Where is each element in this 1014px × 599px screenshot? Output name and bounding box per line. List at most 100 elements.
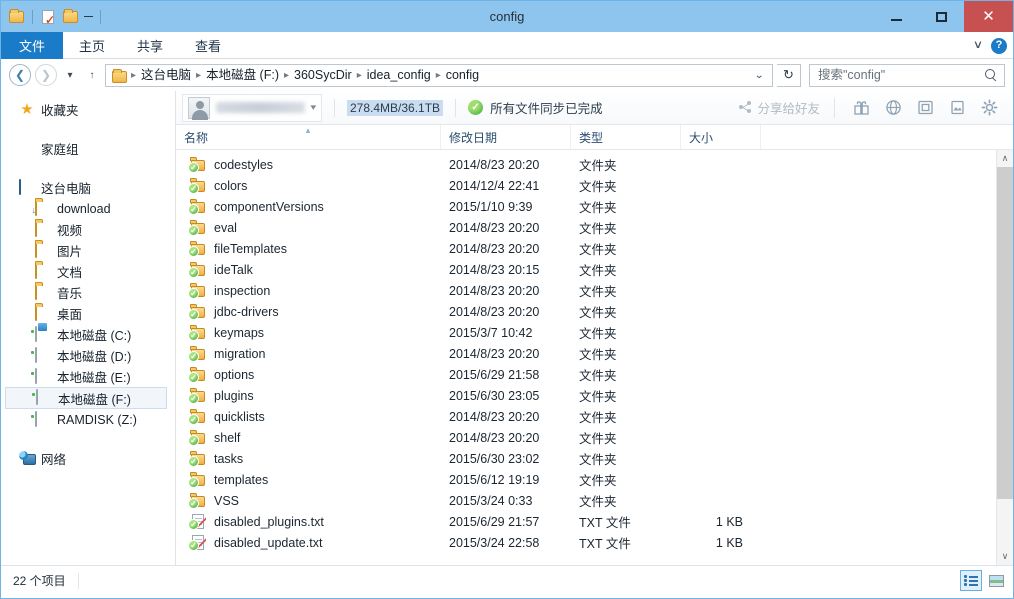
table-row[interactable]: ✓eval2014/8/23 20:20文件夹: [176, 217, 996, 238]
table-row[interactable]: ✓shelf2014/8/23 20:20文件夹: [176, 427, 996, 448]
details-view-icon: [964, 575, 978, 586]
breadcrumb-item-2[interactable]: 360SycDir: [290, 65, 356, 86]
vertical-scrollbar[interactable]: ∧ ∨: [996, 150, 1013, 565]
chevron-down-icon[interactable]: ∨: [973, 40, 983, 51]
sidebar-item-drive-d[interactable]: 本地磁盘 (D:): [1, 345, 175, 366]
check-circle-icon: ✓: [468, 100, 483, 115]
back-button[interactable]: ❮: [9, 64, 31, 86]
sidebar-item-label: 桌面: [57, 304, 82, 323]
file-list[interactable]: ✓codestyles2014/8/23 20:20文件夹✓colors2014…: [176, 150, 996, 565]
sidebar-item-this-pc[interactable]: 这台电脑: [1, 177, 175, 198]
table-row[interactable]: ✓migration2014/8/23 20:20文件夹: [176, 343, 996, 364]
sidebar-item-download[interactable]: ↓ download: [1, 198, 175, 219]
minimize-button[interactable]: [874, 1, 919, 32]
breadcrumb-item-1[interactable]: 本地磁盘 (F:): [202, 65, 283, 86]
search-box[interactable]: [809, 64, 1005, 87]
sidebar-item-documents[interactable]: 文档: [1, 261, 175, 282]
table-row[interactable]: ✓inspection2014/8/23 20:20文件夹: [176, 280, 996, 301]
table-row[interactable]: ✓disabled_plugins.txt2015/6/29 21:57TXT …: [176, 511, 996, 532]
share-icon: [739, 101, 752, 114]
sidebar-item-drive-f[interactable]: 本地磁盘 (F:): [5, 387, 167, 409]
search-icon[interactable]: [985, 69, 998, 82]
folder-icon: ✓: [190, 283, 207, 298]
scrollbar-track[interactable]: [997, 167, 1014, 548]
sidebar-item-homegroup[interactable]: 家庭组: [1, 138, 175, 159]
sidebar-item-music[interactable]: 音乐: [1, 282, 175, 303]
file-name-cell: ✓options: [176, 367, 441, 382]
breadcrumb-item-4[interactable]: config: [442, 65, 483, 86]
sort-ascending-icon: ▴: [306, 126, 311, 135]
column-header-size[interactable]: 大小: [681, 125, 761, 149]
file-type-cell: TXT 文件: [571, 512, 681, 531]
screenshot-icon[interactable]: [914, 97, 936, 119]
table-row[interactable]: ✓options2015/6/29 21:58文件夹: [176, 364, 996, 385]
customize-caret-icon[interactable]: [84, 16, 93, 17]
image-sync-icon[interactable]: [946, 97, 968, 119]
table-row[interactable]: ✓VSS2015/3/24 0:33文件夹: [176, 490, 996, 511]
sidebar-item-favorites[interactable]: ★ 收藏夹: [1, 99, 175, 120]
column-header-type[interactable]: 类型: [571, 125, 681, 149]
table-row[interactable]: ✓ideTalk2014/8/23 20:15文件夹: [176, 259, 996, 280]
file-type-cell: TXT 文件: [571, 533, 681, 552]
table-row[interactable]: ✓fileTemplates2014/8/23 20:20文件夹: [176, 238, 996, 259]
new-folder-icon[interactable]: [40, 8, 57, 25]
sidebar-item-label: 视频: [57, 220, 82, 239]
refresh-button[interactable]: ↻: [777, 64, 801, 87]
globe-icon[interactable]: [882, 97, 904, 119]
breadcrumb[interactable]: ▸ 这台电脑 ▸ 本地磁盘 (F:) ▸ 360SycDir ▸ idea_co…: [105, 64, 773, 87]
table-row[interactable]: ✓componentVersions2015/1/10 9:39文件夹: [176, 196, 996, 217]
column-header-empty[interactable]: [761, 125, 1013, 149]
sidebar-item-label: 本地磁盘 (C:): [57, 325, 131, 344]
sidebar-item-desktop[interactable]: 桌面: [1, 303, 175, 324]
table-row[interactable]: ✓codestyles2014/8/23 20:20文件夹: [176, 154, 996, 175]
sidebar-item-videos[interactable]: 视频: [1, 219, 175, 240]
help-icon[interactable]: ?: [991, 38, 1007, 54]
tab-share[interactable]: 共享: [121, 32, 179, 59]
scroll-up-button[interactable]: ∧: [997, 150, 1014, 167]
scroll-down-button[interactable]: ∨: [997, 548, 1014, 565]
scrollbar-thumb[interactable]: [997, 167, 1014, 499]
table-row[interactable]: ✓jdbc-drivers2014/8/23 20:20文件夹: [176, 301, 996, 322]
search-input[interactable]: [818, 68, 985, 82]
sidebar-item-pictures[interactable]: 图片: [1, 240, 175, 261]
sidebar-item-drive-c[interactable]: 本地磁盘 (C:): [1, 324, 175, 345]
sidebar-item-label: 音乐: [57, 283, 82, 302]
breadcrumb-item-0[interactable]: 这台电脑: [137, 65, 195, 86]
file-name-cell: ✓disabled_update.txt: [176, 535, 441, 550]
table-row[interactable]: ✓disabled_update.txt2015/3/24 22:58TXT 文…: [176, 532, 996, 553]
up-button[interactable]: ↑: [83, 64, 101, 86]
table-row[interactable]: ✓keymaps2015/3/7 10:42文件夹: [176, 322, 996, 343]
tab-file[interactable]: 文件: [1, 32, 63, 59]
sidebar-item-network[interactable]: 网络: [1, 448, 175, 469]
forward-button[interactable]: ❯: [35, 64, 57, 86]
recent-locations-icon[interactable]: ▾: [61, 64, 79, 86]
sidebar-item-drive-e[interactable]: 本地磁盘 (E:): [1, 366, 175, 387]
details-view-button[interactable]: [960, 570, 982, 591]
network-icon: [19, 451, 35, 467]
folder-icon[interactable]: [62, 8, 79, 25]
sidebar-item-ramdisk-z[interactable]: RAMDISK (Z:): [1, 409, 175, 430]
gear-icon[interactable]: [978, 97, 1000, 119]
table-row[interactable]: ✓plugins2015/6/30 23:05文件夹: [176, 385, 996, 406]
tab-home[interactable]: 主页: [63, 32, 121, 59]
close-button[interactable]: ✕: [964, 1, 1013, 32]
column-header-name[interactable]: ▴ 名称: [176, 125, 441, 149]
tab-view[interactable]: 查看: [179, 32, 237, 59]
account-selector[interactable]: ▾: [182, 94, 322, 122]
table-row[interactable]: ✓quicklists2014/8/23 20:20文件夹: [176, 406, 996, 427]
share-button[interactable]: 分享给好友: [739, 98, 834, 117]
properties-folder-icon[interactable]: [8, 8, 25, 25]
breadcrumb-item-3[interactable]: idea_config: [363, 65, 435, 86]
large-icons-view-button[interactable]: [985, 570, 1007, 591]
chevron-down-icon[interactable]: ⌄: [747, 70, 771, 81]
gift-icon[interactable]: [850, 97, 872, 119]
file-size-cell: 1 KB: [681, 536, 761, 550]
column-header-date[interactable]: 修改日期: [441, 125, 571, 149]
maximize-button[interactable]: [919, 1, 964, 32]
chevron-down-icon[interactable]: ▾: [311, 102, 317, 113]
table-row[interactable]: ✓tasks2015/6/30 23:02文件夹: [176, 448, 996, 469]
table-row[interactable]: ✓templates2015/6/12 19:19文件夹: [176, 469, 996, 490]
title-bar: config ✕: [1, 1, 1013, 32]
table-row[interactable]: ✓colors2014/12/4 22:41文件夹: [176, 175, 996, 196]
file-name-label: colors: [214, 179, 247, 193]
